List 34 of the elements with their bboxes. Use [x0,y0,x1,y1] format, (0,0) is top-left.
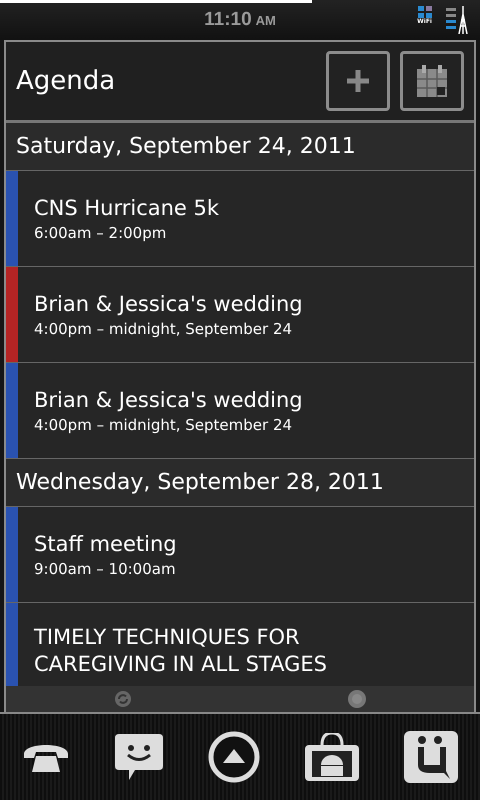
dot-icon [348,690,366,708]
event-time: 9:00am – 10:00am [34,560,177,578]
event-title: Staff meeting [34,531,177,558]
event-time: 6:00am – 2:00pm [34,224,168,242]
app-drawer-button[interactable] [208,731,260,783]
event-row[interactable]: CNS Hurricane 5k 6:00am – 2:00pm [6,171,474,267]
event-title: TIMELY TECHNIQUES FOR CAREGIVING IN ALL STAGES [34,624,328,678]
event-time: 4:00pm – midnight, September 24 [34,320,294,338]
chat-app-button[interactable] [404,731,458,783]
event-title: Brian & Jessica's wedding [34,291,303,318]
clock-meridiem: AM [256,12,276,28]
chat-app-icon [404,731,458,783]
agenda-title: Agenda [16,66,116,96]
event-time: 4:00pm – midnight, September 24 [34,416,294,434]
event-title: CNS Hurricane 5k [34,195,220,222]
clock-time: 11:10 [204,9,252,31]
shopping-bag-robot-icon [304,733,359,781]
add-event-button[interactable] [326,51,390,111]
plus-icon [347,70,369,92]
event-row[interactable]: Brian & Jessica's wedding 4:00pm – midnight, September 24 [6,267,474,363]
wifi-icon [418,6,432,18]
calendar-icon [417,65,447,97]
day-date: Saturday, September 24, 2011 [16,134,356,159]
market-button[interactable] [304,733,359,781]
up-arrow-circle-icon [208,731,260,783]
signal-icon [446,6,470,34]
messages-button[interactable] [115,734,164,780]
day-date: Wednesday, September 28, 2011 [16,470,384,495]
smiley-speech-bubble-icon [115,734,164,780]
sync-icon [114,691,130,707]
calendar-button[interactable] [400,51,464,111]
event-row[interactable]: Staff meeting 9:00am – 10:00am [6,507,474,603]
event-title: Brian & Jessica's wedding [34,387,303,414]
event-row[interactable]: Brian & Jessica's wedding 4:00pm – midnight, September 24 [6,363,474,459]
